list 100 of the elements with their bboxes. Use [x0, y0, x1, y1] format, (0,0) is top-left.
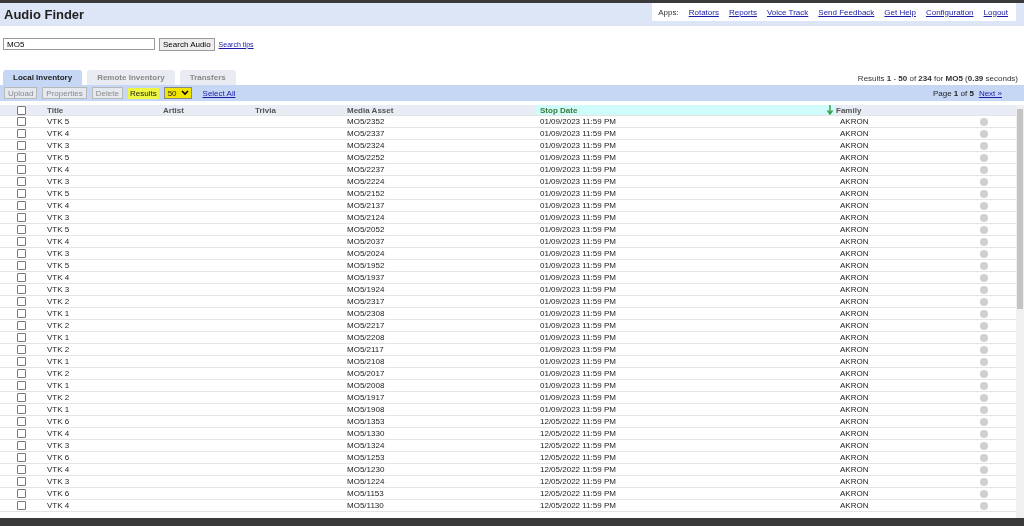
table-cell: AKRON [840, 465, 869, 474]
row-checkbox[interactable] [16, 381, 26, 390]
nav-link[interactable]: Voice Track [766, 7, 809, 17]
row-checkbox[interactable] [16, 225, 26, 234]
scrollbar[interactable] [1016, 105, 1024, 518]
row-checkbox[interactable] [16, 285, 26, 294]
table-cell: VTK 5 [47, 189, 70, 198]
row-checkbox[interactable] [16, 489, 26, 498]
table-cell: MO5/1917 [347, 393, 385, 402]
row-checkbox[interactable] [16, 429, 26, 438]
tab[interactable]: Local Inventory [3, 70, 83, 85]
row-checkbox[interactable] [16, 417, 26, 426]
table-cell: AKRON [840, 405, 869, 414]
table-cell: VTK 4 [47, 501, 70, 510]
table-cell: VTK 3 [47, 177, 70, 186]
column-header[interactable]: Family [835, 105, 945, 115]
results-select[interactable]: 50 [163, 87, 192, 99]
table-cell: VTK 1 [47, 381, 70, 390]
table-cell: 01/09/2023 11:59 PM [540, 213, 616, 222]
row-checkbox[interactable] [16, 345, 26, 354]
table-cell: 01/09/2023 11:59 PM [540, 225, 616, 234]
table-cell: 12/05/2022 11:59 PM [540, 477, 616, 486]
nav-link[interactable]: Configuration [925, 7, 974, 17]
table-cell: 12/05/2022 11:59 PM [540, 465, 616, 474]
table-cell: 01/09/2023 11:59 PM [540, 405, 616, 414]
row-checkbox[interactable] [16, 117, 26, 126]
row-checkbox[interactable] [16, 237, 26, 246]
next-link[interactable]: Next » [978, 88, 1002, 98]
column-header[interactable]: Stop Date [535, 105, 835, 115]
row-checkbox[interactable] [16, 165, 26, 174]
table-cell: AKRON [840, 309, 869, 318]
nav-link[interactable]: Send Feedback [818, 7, 875, 17]
column-header[interactable]: Title [42, 105, 158, 115]
row-checkbox[interactable] [16, 213, 26, 222]
nav-link[interactable]: Get Help [884, 7, 916, 17]
table-cell: 01/09/2023 11:59 PM [540, 273, 616, 282]
table-cell: 01/09/2023 11:59 PM [540, 297, 616, 306]
table-cell: VTK 4 [47, 129, 70, 138]
table-cell: VTK 3 [47, 249, 70, 258]
search-field[interactable]: MO5 [3, 38, 155, 50]
row-checkbox[interactable] [16, 273, 26, 282]
table-cell: MO5/2324 [347, 141, 385, 150]
row-checkbox[interactable] [16, 129, 26, 138]
row-checkbox[interactable] [16, 441, 26, 450]
row-checkbox[interactable] [16, 501, 26, 510]
row-checkbox[interactable] [16, 261, 26, 270]
row-checkbox[interactable] [16, 189, 26, 198]
search-button[interactable]: Search Audio [159, 37, 215, 51]
app-title: Audio Finder [3, 7, 85, 22]
table-cell: MO5/1130 [347, 501, 384, 510]
table-cell: VTK 1 [47, 333, 70, 342]
nav-link[interactable]: Reports [728, 7, 757, 17]
table-cell: MO5/2008 [347, 381, 385, 390]
table-cell: AKRON [840, 189, 869, 198]
row-checkbox[interactable] [16, 357, 26, 366]
select-all-checkbox[interactable] [16, 105, 26, 115]
row-checkbox[interactable] [16, 465, 26, 474]
row-checkbox[interactable] [16, 201, 26, 210]
table-cell: 01/09/2023 11:59 PM [540, 369, 616, 378]
row-checkbox[interactable] [16, 393, 26, 402]
table-cell: MO5/2152 [347, 189, 385, 198]
table-cell: AKRON [840, 225, 869, 234]
row-checkbox[interactable] [16, 321, 26, 330]
apps-label: Apps: [658, 7, 679, 17]
table-cell: AKRON [840, 177, 869, 186]
table-cell: AKRON [840, 273, 869, 282]
row-checkbox[interactable] [16, 153, 26, 162]
row-checkbox[interactable] [16, 477, 26, 486]
table-cell: VTK 6 [47, 453, 70, 462]
table-cell: MO5/1330 [347, 429, 385, 438]
row-checkbox[interactable] [16, 141, 26, 150]
results-summary: Results 1 - 50 of 234 for MO5 (0.39 seconds) [857, 74, 1019, 85]
column-header[interactable]: Trivia [250, 105, 342, 115]
table-cell: AKRON [840, 141, 869, 150]
row-checkbox[interactable] [16, 177, 26, 186]
row-checkbox[interactable] [16, 333, 26, 342]
table-cell: 12/05/2022 11:59 PM [540, 441, 616, 450]
row-checkbox[interactable] [16, 369, 26, 378]
table-cell: AKRON [840, 201, 869, 210]
column-header[interactable]: Artist [158, 105, 250, 115]
row-checkbox[interactable] [16, 297, 26, 306]
table-cell: AKRON [840, 381, 869, 390]
nav-link[interactable]: Rotators [688, 7, 719, 17]
table-cell: MO5/2217 [347, 321, 385, 330]
table-cell: 01/09/2023 11:59 PM [540, 153, 616, 162]
table-cell: AKRON [840, 501, 869, 510]
row-checkbox[interactable] [16, 453, 26, 462]
row-checkbox[interactable] [16, 309, 26, 318]
table-cell: VTK 2 [47, 393, 70, 402]
nav-link[interactable]: Logout [983, 7, 1008, 17]
table-cell: AKRON [840, 285, 869, 294]
column-header[interactable]: Media Asset [342, 105, 535, 115]
table-cell: VTK 4 [47, 201, 70, 210]
table-cell: MO5/2037 [347, 237, 385, 246]
select-all-link[interactable]: Select All [202, 88, 236, 98]
caret-icon [180, 90, 189, 96]
table-cell: AKRON [840, 477, 869, 486]
table-cell: MO5/2017 [347, 369, 385, 378]
row-checkbox[interactable] [16, 405, 26, 414]
row-checkbox[interactable] [16, 249, 26, 258]
